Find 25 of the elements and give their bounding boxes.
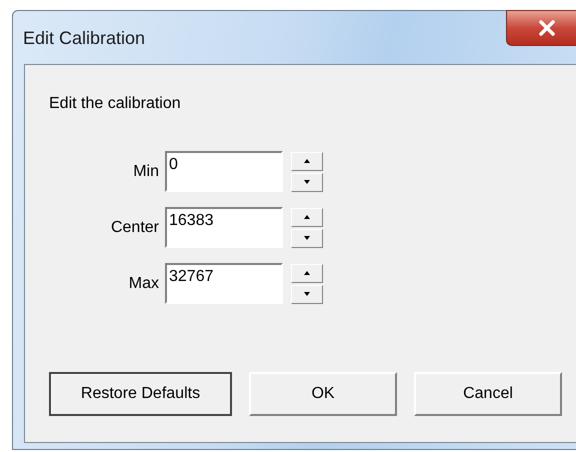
up-arrow-icon	[304, 215, 310, 219]
field-label: Center	[110, 218, 159, 236]
spin-up-button[interactable]	[291, 208, 323, 226]
number-field[interactable]: 32767	[165, 263, 283, 304]
spin-up-button[interactable]	[291, 152, 323, 170]
close-icon	[538, 20, 556, 36]
close-button[interactable]	[506, 10, 576, 46]
number-field[interactable]: 16383	[165, 207, 283, 248]
dialog-button[interactable]: Restore Defaults	[49, 372, 232, 416]
dialog-button[interactable]: Cancel	[414, 372, 562, 416]
spin-down-button[interactable]	[291, 284, 323, 304]
instruction-text: Edit the calibration	[49, 95, 181, 113]
dialog-button[interactable]: OK	[249, 372, 397, 416]
spin-down-button[interactable]	[291, 228, 323, 248]
field-label: Min	[132, 162, 159, 180]
up-arrow-icon	[304, 271, 310, 275]
down-arrow-icon	[304, 180, 310, 184]
field-label: Max	[128, 274, 159, 292]
spin-down-button[interactable]	[291, 172, 323, 192]
number-field[interactable]: 0	[165, 151, 283, 192]
down-arrow-icon	[304, 292, 310, 296]
down-arrow-icon	[304, 236, 310, 240]
up-arrow-icon	[304, 159, 310, 163]
window-title: Edit Calibration	[23, 28, 146, 49]
spin-up-button[interactable]	[291, 264, 323, 282]
